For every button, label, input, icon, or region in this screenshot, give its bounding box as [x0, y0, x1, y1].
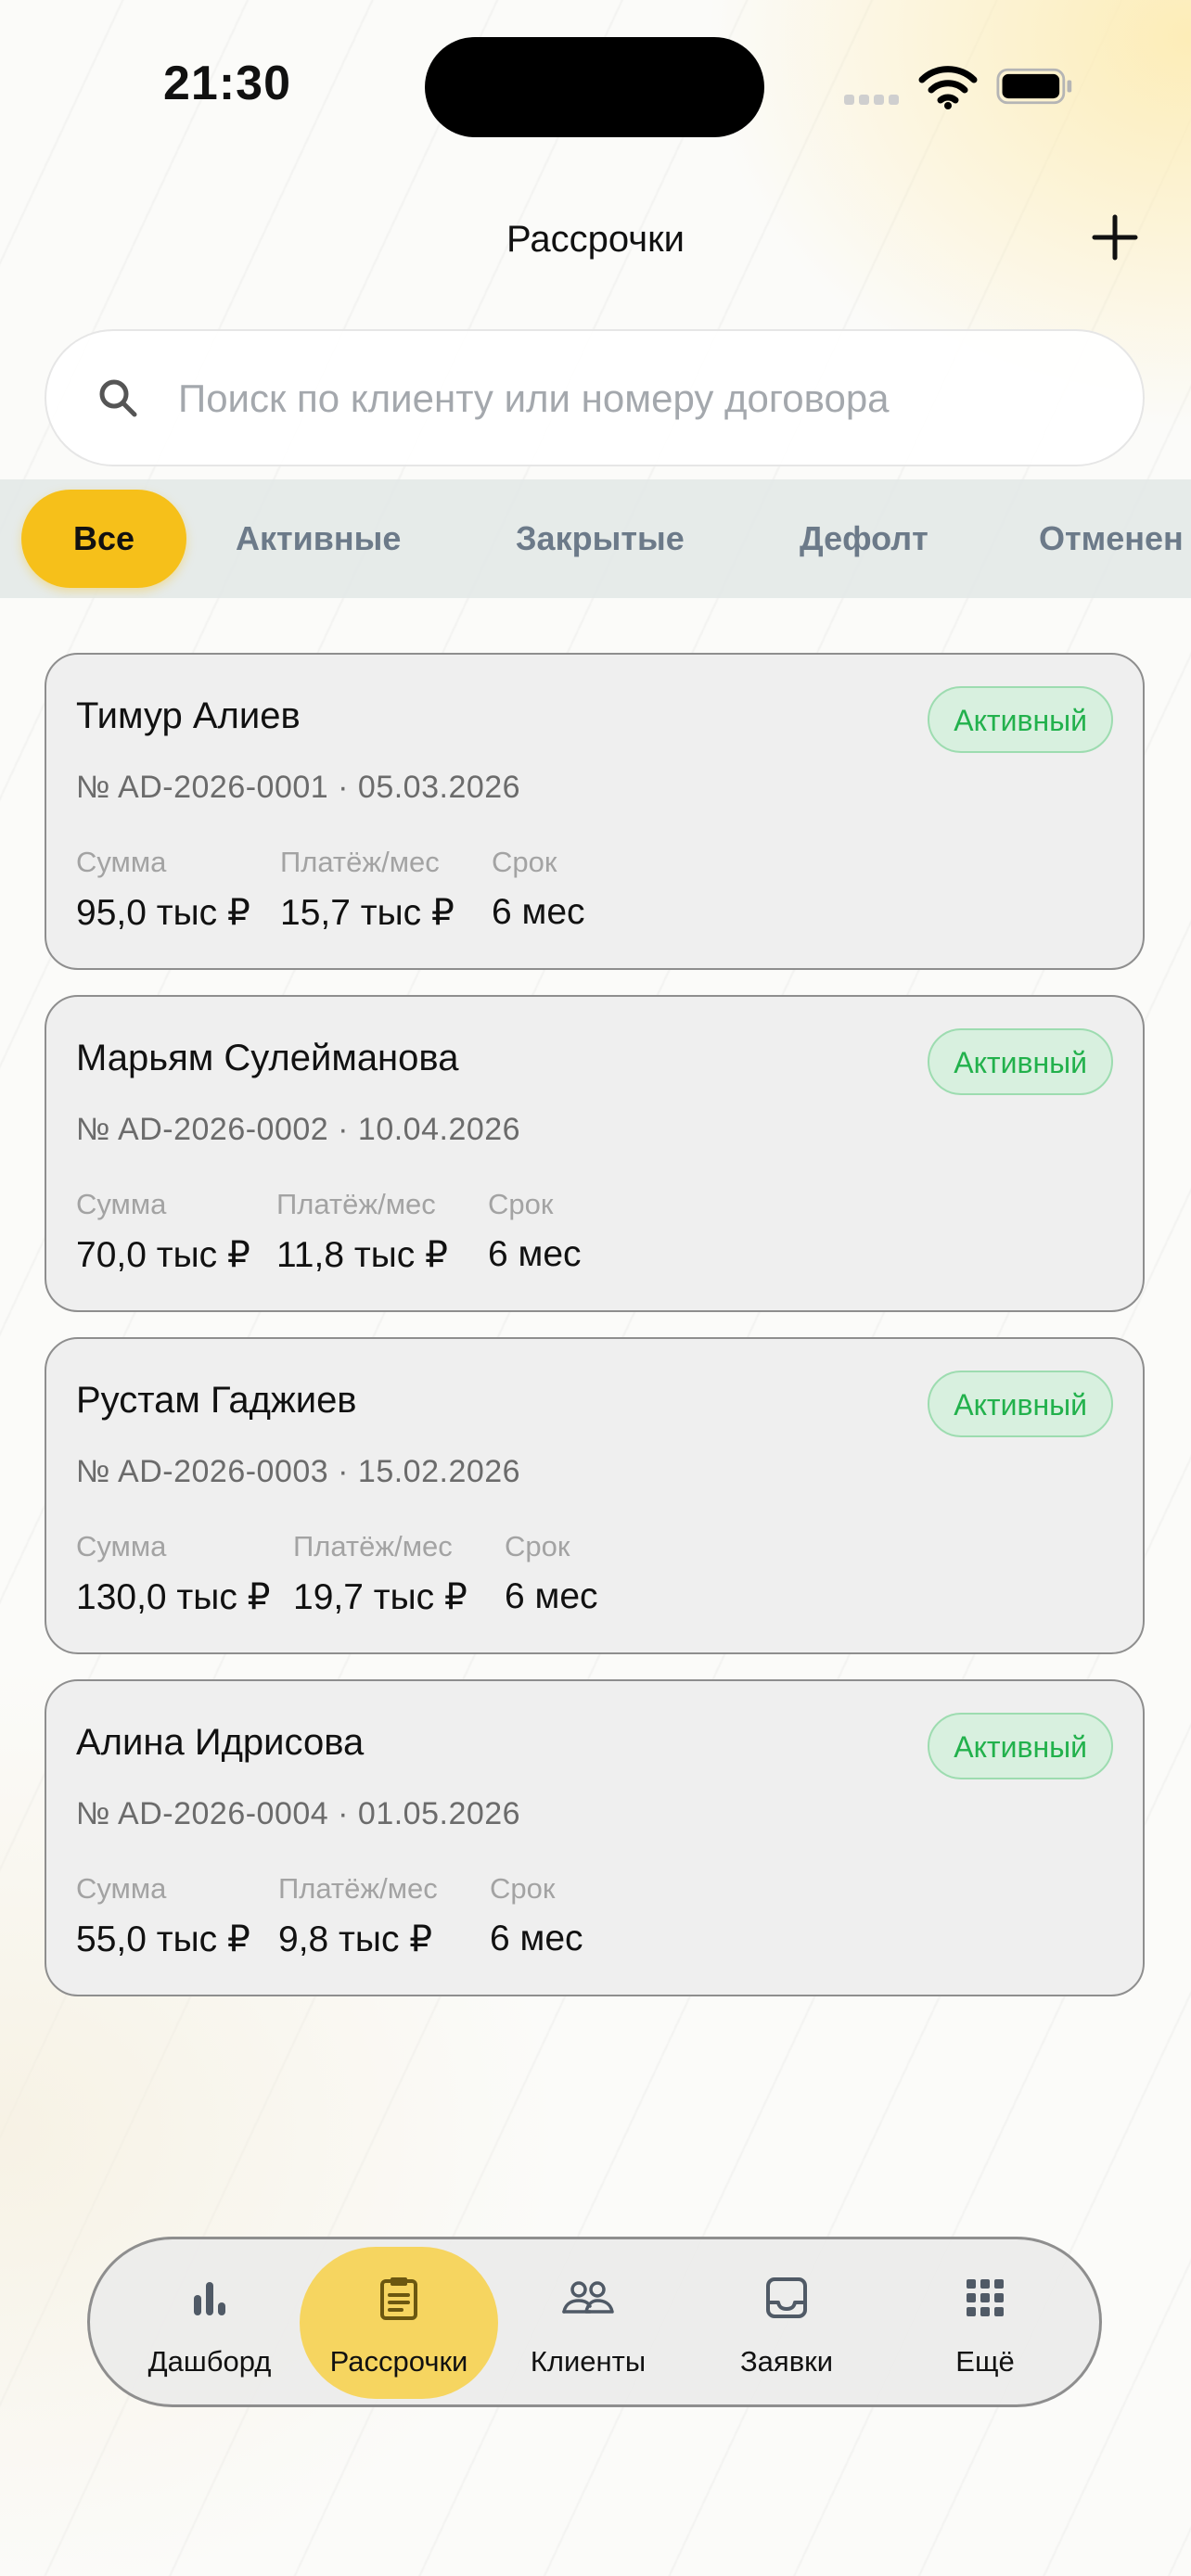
client-name: Тимур Алиев: [76, 695, 301, 736]
nav-label: Заявки: [739, 2345, 834, 2378]
payment-label: Платёж/мес: [293, 1530, 453, 1562]
status-badge: Активный: [928, 1371, 1113, 1437]
users-icon: [562, 2281, 614, 2314]
term-label: Срок: [505, 1530, 570, 1562]
amount-label: Сумма: [76, 1872, 167, 1905]
wifi-icon: [918, 66, 978, 109]
nav-item-clients[interactable]: Клиенты: [489, 2239, 687, 2404]
status-time: 21:30: [163, 57, 291, 110]
amount-value: 130,0 тыс ₽: [76, 1577, 271, 1617]
filter-tabs: Все Активные Закрытые Дефолт Отменен: [0, 479, 1191, 598]
contract-info: № AD-2026-0004 · 01.05.2026: [76, 1796, 521, 1831]
amount-value: 95,0 тыс ₽: [76, 893, 250, 933]
payment-value: 11,8 тыс ₽: [276, 1235, 448, 1275]
filter-tab-closed[interactable]: Закрытые: [516, 479, 685, 598]
amount-value: 55,0 тыс ₽: [76, 1919, 250, 1959]
term-value: 6 мес: [492, 892, 585, 932]
nav-label: Дашборд: [147, 2345, 272, 2378]
search-input[interactable]: [176, 363, 1070, 434]
cellular-signal-icon: [844, 93, 903, 109]
filter-tab-default[interactable]: Дефолт: [800, 479, 928, 598]
contract-info: № AD-2026-0003 · 15.02.2026: [76, 1454, 521, 1489]
plus-icon: [1092, 214, 1138, 261]
term-value: 6 мес: [505, 1576, 598, 1616]
payment-value: 9,8 тыс ₽: [278, 1919, 433, 1959]
nav-label: Клиенты: [530, 2345, 647, 2378]
installment-card[interactable]: Марьям Сулейманова Активный № AD-2026-00…: [45, 995, 1145, 1312]
add-button[interactable]: [1087, 210, 1143, 265]
amount-label: Сумма: [76, 1188, 167, 1220]
filter-tab-cancelled[interactable]: Отменен: [1039, 479, 1184, 598]
filter-tab-all[interactable]: Все: [21, 490, 186, 588]
bar-chart-icon: [194, 2282, 225, 2315]
search-icon: [99, 379, 137, 417]
installment-card[interactable]: Алина Идрисова Активный № AD-2026-0004 ·…: [45, 1679, 1145, 1996]
contract-info: № AD-2026-0001 · 05.03.2026: [76, 770, 521, 805]
installment-card[interactable]: Рустам Гаджиев Активный № AD-2026-0003 ·…: [45, 1337, 1145, 1654]
term-label: Срок: [492, 846, 557, 878]
payment-value: 19,7 тыс ₽: [293, 1577, 467, 1617]
payment-value: 15,7 тыс ₽: [280, 893, 455, 933]
nav-item-installments[interactable]: Рассрочки: [300, 2239, 498, 2404]
status-badge: Активный: [928, 1713, 1113, 1779]
term-value: 6 мес: [488, 1234, 582, 1274]
status-badge: Активный: [928, 686, 1113, 753]
installment-card[interactable]: Тимур Алиев Активный № AD-2026-0001 · 05…: [45, 653, 1145, 970]
bottom-nav: Дашборд Рассрочки Клиенты Заявки Ещё: [87, 2237, 1102, 2407]
nav-label: Рассрочки: [329, 2345, 468, 2378]
amount-label: Сумма: [76, 846, 167, 878]
clipboard-icon: [380, 2277, 417, 2320]
amount-value: 70,0 тыс ₽: [76, 1235, 250, 1275]
nav-item-more[interactable]: Ещё: [886, 2239, 1084, 2404]
client-name: Марьям Сулейманова: [76, 1038, 459, 1078]
payment-label: Платёж/мес: [278, 1872, 438, 1905]
payment-label: Платёж/мес: [276, 1188, 436, 1220]
battery-icon: [996, 68, 1072, 105]
term-label: Срок: [490, 1872, 556, 1905]
dynamic-island: [425, 37, 764, 137]
contract-info: № AD-2026-0002 · 10.04.2026: [76, 1112, 521, 1147]
amount-label: Сумма: [76, 1530, 167, 1562]
inbox-icon: [766, 2277, 807, 2318]
filter-tab-active[interactable]: Активные: [236, 479, 401, 598]
payment-label: Платёж/мес: [280, 846, 440, 878]
nav-item-requests[interactable]: Заявки: [687, 2239, 886, 2404]
client-name: Рустам Гаджиев: [76, 1380, 357, 1421]
nav-item-dashboard[interactable]: Дашборд: [110, 2239, 309, 2404]
status-badge: Активный: [928, 1028, 1113, 1095]
term-value: 6 мес: [490, 1919, 583, 1958]
nav-label: Ещё: [955, 2345, 1015, 2378]
term-label: Срок: [488, 1188, 554, 1220]
grid-icon: [967, 2279, 1004, 2316]
client-name: Алина Идрисова: [76, 1722, 365, 1763]
page-title: Рассрочки: [506, 219, 685, 260]
